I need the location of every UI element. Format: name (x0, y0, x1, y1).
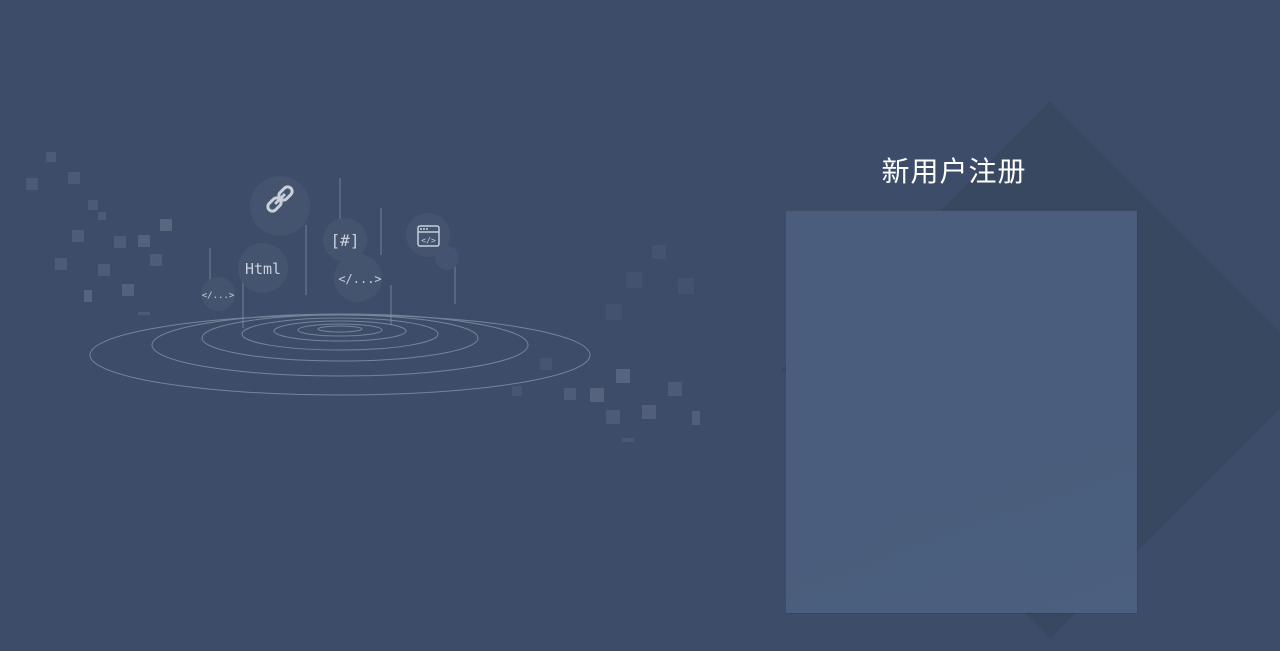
small-code-tag-icon: </...> (202, 291, 235, 301)
code-tag-icon: </...> (338, 272, 381, 286)
html-icon: Html (245, 260, 281, 278)
register-title: 新用户注册 (881, 155, 1027, 188)
tech-illustration: Html [#] </...> </...> </> (26, 152, 700, 442)
ripple-rings (89, 313, 591, 396)
hash-icon: [#] (331, 231, 360, 250)
register-page: Html [#] </...> </...> </> 新用户注册 (0, 0, 1280, 651)
svg-text:</>: </> (421, 236, 436, 245)
register-form-panel (786, 211, 1137, 613)
